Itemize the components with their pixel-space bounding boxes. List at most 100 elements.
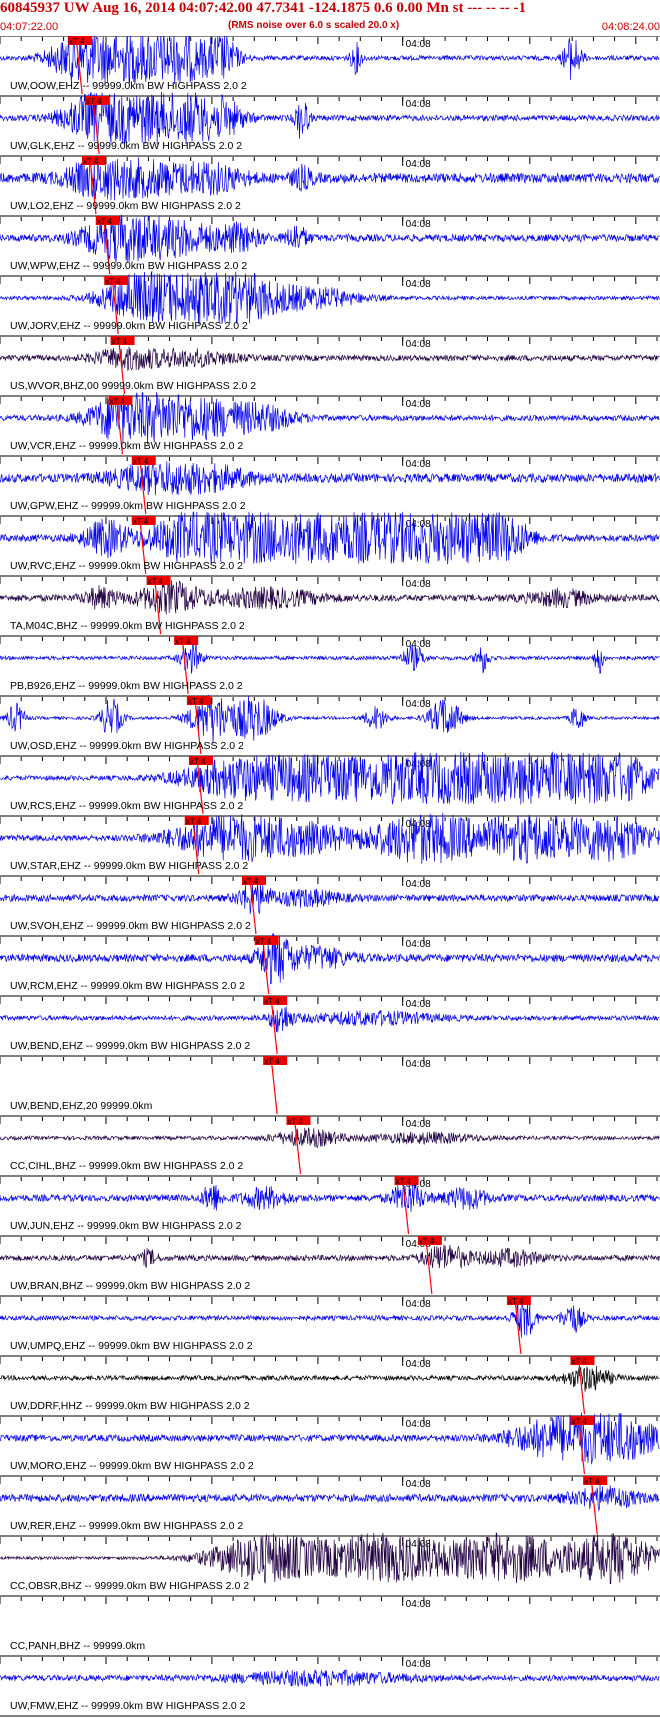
waveform-trace [0,1669,660,1687]
pick-label: xT 4 [175,637,191,646]
waveform-trace [0,346,660,371]
waveform-trace [0,751,660,805]
waveform-trace [0,1127,660,1149]
waveform-trace [0,36,660,84]
station-label: CC,PANH,BHZ -- 99999.0km [10,1640,145,1652]
center-time-label: 04:08 [406,699,431,710]
center-time-label: 04:08 [406,279,431,290]
center-time-label: 04:08 [406,939,431,950]
waveform-trace [0,881,660,915]
station-label: UW,VCR,EHZ -- 99999.0km BW HIGHPASS 2.0 … [10,440,243,452]
waveform-trace [0,392,660,445]
pick-label: xT 4 [112,337,128,346]
pick-label: xT 4 [571,1357,587,1366]
center-time-label: 04:08 [406,219,431,230]
waveform-trace [0,1299,660,1338]
station-label: UW,RCS,EHZ -- 99999.0km BW HIGHPASS 2.0 … [10,800,243,812]
station-label: US,WVOR,BHZ,00 99999.0km BW HIGHPASS 2.0… [10,380,256,392]
waveform-trace [0,1484,660,1512]
waveform-trace [0,933,660,985]
station-label: UW,RCM,EHZ -- 99999.0km BW HIGHPASS 2.0 … [10,980,245,992]
waveform-trace [0,1006,660,1033]
chart-title: 60845937 UW Aug 16, 2014 04:07:42.00 47.… [0,0,526,16]
pick-label: xT 4 [190,757,206,766]
pick-label: xT 4 [188,697,204,706]
waveform-trace [0,461,660,496]
pick-label: xT 4 [97,217,113,226]
header: 60845937 UW Aug 16, 2014 04:07:42.00 47.… [0,0,660,36]
station-label: UW,GPW,EHZ -- 99999.0km BW HIGHPASS 2.0 … [10,500,246,512]
center-time-label: 04:08 [406,639,431,650]
pick-label: xT 4 [287,1117,303,1126]
pick-label: xT 4 [571,1417,587,1426]
pick-label: xT 4 [69,37,85,46]
waveform-trace [0,644,660,675]
station-label: UW,JORV,EHZ -- 99999.0km BW HIGHPASS 2.0… [10,320,248,332]
station-label: UW,STAR,EHZ -- 99999.0km BW HIGHPASS 2.0… [10,860,248,872]
center-time-label: 04:08 [406,999,431,1010]
center-time-label: 04:08 [406,1659,431,1670]
end-time-label: 04:08:24.00 [601,21,660,33]
center-time-label: 04:08 [406,1059,431,1070]
center-time-label: 04:08 [406,1599,431,1610]
center-time-label: 04:08 [406,99,431,110]
center-time-label: 04:08 [406,159,431,170]
station-label: CC,CIHL,BHZ -- 99999.0km BW HIGHPASS 2.0… [10,1160,243,1172]
center-time-label: 04:08 [406,399,431,410]
station-label: UW,FMW,EHZ -- 99999.0km BW HIGHPASS 2.0 … [10,1700,246,1712]
station-label: UW,BEND,EHZ,20 99999.0km [10,1100,153,1112]
pick-label: xT 4 [83,157,99,166]
waveform-trace [0,1365,660,1392]
center-time-label: 04:08 [406,1479,431,1490]
center-time-label: 04:08 [406,519,431,530]
waveform-trace [0,1532,660,1585]
pick-label: xT 4 [86,97,102,106]
pick-label: xT 4 [256,937,272,946]
station-label: PB,B926,EHZ -- 99999.0km BW HIGHPASS 2.0… [10,680,243,692]
waveform-trace [0,1412,660,1465]
waveform-trace [0,694,660,744]
waveform-trace [0,812,660,864]
station-label: UW,BEND,EHZ -- 99999.0km BW HIGHPASS 2.0… [10,1040,250,1052]
pick-label: xT 4 [508,1297,524,1306]
waveform-trace [0,1244,660,1269]
center-time-label: 04:08 [406,459,431,470]
center-time-label: 04:08 [406,879,431,890]
center-time-label: 04:08 [406,339,431,350]
pick-label: xT 4 [148,577,164,586]
pick-line [590,1477,598,1535]
pick-label: xT 4 [264,1057,280,1066]
start-time-label: 04:07:22.00 [0,21,59,33]
station-label: UW,UMPQ,EHZ -- 99999.0km BW HIGHPASS 2.0… [10,1340,253,1352]
center-time-label: 04:08 [406,1119,431,1130]
waveform-trace [0,511,660,565]
pick-label: xT 4 [105,277,121,286]
station-label: UW,MORO,EHZ -- 99999.0km BW HIGHPASS 2.0… [10,1460,254,1472]
station-label: UW,SVOH,EHZ -- 99999.0km BW HIGHPASS 2.0… [10,920,251,932]
waveform-trace [0,1183,660,1212]
pick-line [270,1057,278,1115]
waveform-trace [0,580,660,615]
station-label: UW,OOW,EHZ -- 99999.0km BW HIGHPASS 2.0 … [10,80,247,92]
station-label: UW,DDRF,HHZ -- 99999.0km BW HIGHPASS 2.0… [10,1400,250,1412]
station-label: TA,M04C,BHZ -- 99999.0km BW HIGHPASS 2.0… [10,620,245,632]
station-label: UW,OSD,EHZ -- 99999.0km BW HIGHPASS 2.0 … [10,740,244,752]
pick-label: xT 4 [396,1177,412,1186]
station-label: UW,BRAN,BHZ -- 99999.0km BW HIGHPASS 2.0… [10,1280,250,1292]
center-time-label: 04:08 [406,1299,431,1310]
waveform-trace [0,270,660,325]
pick-label: xT 4 [133,517,149,526]
pick-label: xT 4 [584,1477,600,1486]
station-label: CC,OBSR,BHZ -- 99999.0km BW HIGHPASS 2.0… [10,1580,249,1592]
station-label: UW,LO2,EHZ -- 99999.0km BW HIGHPASS 2.0 … [10,200,241,212]
pick-label: xT 4 [133,457,149,466]
station-label: UW,RVC,EHZ -- 99999.0km BW HIGHPASS 2.0 … [10,560,243,572]
pick-label: xT 4 [186,817,202,826]
pick-label: xT 4 [419,1237,435,1246]
station-label: UW,JUN,EHZ -- 99999.0km BW HIGHPASS 2.0 … [10,1220,242,1232]
center-time-label: 04:08 [406,579,431,590]
pick-line [577,1357,586,1415]
chart-subtitle: (RMS noise over 6.0 s scaled 20.0 x) [228,20,400,31]
pick-label: xT 4 [243,877,259,886]
pick-line [293,1117,302,1175]
